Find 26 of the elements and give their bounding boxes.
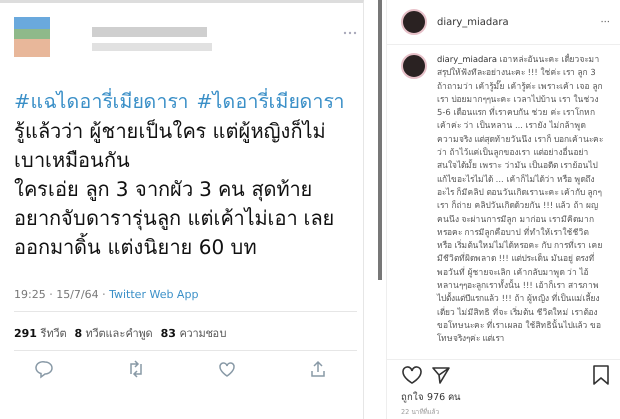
caption-text: diary_miadara เอาหล่ะอันนะคะ เดี๋ยวจะมา สรุปให้ฟังทีละอย่างนะคะ !!! ใช่ค่ะ เรา ลูก 3 ถ้าถามว่า เค้ารู้มั๊ย เค้ารู้ค่ะ เพราะเค้า เจอ ลูกเรา บ่อยมากๆๆนะคะ เวลาไปบ้าน เรา ในช่วง 5-6 เดือนแรก ที่เราคบกัน ช่วย ค่ะ เราโกหกเค้าค่ะ ว่า เป็นหลาน ... เรายัง ไม่กล้าพูดความจริง แต่สุดท้ายวันนึง เราก็ บอกเค้านะคะ ว่า ถ้าไว้แค่เป็นลูกของเรา แต่อย่างอื่นอย่าสนใจได้มั้ย เพราะ ว่ามัน เป็นอดีต เราย้อนไปแก้ไขอะไรไม่ได้ ... เค้าก็ไม่ได้ว่า หรือ พูดถึงอะไร ก็มีคลิป ตอนวันเกิดเรานะคะ เค้ากับ ลูกๆเรา ก็ถ่าย คลิปวันเกิดด้วยกัน !!! แล้ว ถ้า ผญ คนนึง จะผ่านการมีลูก มาก่อน เรามีคิดมากหรอคะ การมีลูกคือบาป ที่ทำให้เราใช้ชีวิต หรือ เริ่มต้นใหม่ไม่ได้หรอคะ กับ การที่เรา เคยมีชีวิตที่ผิดพลาด !!! แต่ประเด็น มันอยู่ ตรงที่ พอวันที่ ผู้ชายจะเลิก เค้ากลับมาพูด ว่า ไอ้หลานๆๆอะลูกเราทั้งนั้น !!! เอ้าก็เรา สารภาพ ไปตั้งแต่ปีแรกแล้ว !!! ถ้า ผู้หญิง ที่เป็นแม่เลี้ยงเดี่ยว ไม่มีสิทธิ ที่จะ เริ่มต้น ชีวิตใหม่ เราต้องขอโทษนะคะ ที่เราเผลอ ใช้สิทธินั้นไปแล้ว ขอโทษจริงๆค่ะ แต่เรา [437, 53, 604, 346]
timestamp: 19:25 · 15/7/64 · [14, 288, 107, 301]
hashtag-link[interactable]: #ไดอารี่เมียดารา [196, 87, 345, 117]
heart-icon[interactable] [401, 365, 423, 385]
pixelated-avatar [14, 17, 50, 57]
send-icon[interactable] [431, 365, 451, 385]
tweet-text: ออกมาดิ้น แต่งนิยาย 60 บท [14, 233, 363, 262]
reply-icon[interactable] [35, 359, 56, 379]
bookmark-icon[interactable] [592, 364, 610, 386]
stat-link[interactable]: 8 ทวีตและคำพูด [74, 324, 153, 342]
source-link[interactable]: Twitter Web App [109, 288, 198, 301]
tweet-text: เบาเหมือนกัน [14, 147, 131, 174]
avatar-circle[interactable] [401, 9, 427, 35]
scrollbar[interactable] [378, 0, 382, 280]
hashtag-link[interactable]: #แฉไดอารี่เมียดารา [14, 87, 188, 117]
stat-link[interactable]: 291 รีทวีต [14, 324, 66, 342]
username-link[interactable]: diary_miadara [437, 16, 509, 28]
stat-link[interactable]: 83 ความชอบ [160, 324, 226, 342]
tweet-text: อยากจับดารารุ่นลูก แต่เค้าไม่เอา เลย [14, 205, 336, 232]
tweet-text: ใครเอ่ย ลูก 3 จากผัว 3 คน สุดท้าย [14, 176, 314, 204]
more-icon[interactable] [343, 31, 357, 35]
username-link[interactable]: diary_miadara [437, 54, 498, 64]
likes-count[interactable]: ถูกใจ 976 คน [401, 389, 610, 404]
tweet-text: รู้แล้วว่า ผู้ชายเป็นใคร แต่ผู้หญิงก็ไม่ [14, 118, 327, 145]
more-icon[interactable]: ··· [600, 16, 610, 28]
avatar-circle[interactable] [401, 53, 427, 79]
